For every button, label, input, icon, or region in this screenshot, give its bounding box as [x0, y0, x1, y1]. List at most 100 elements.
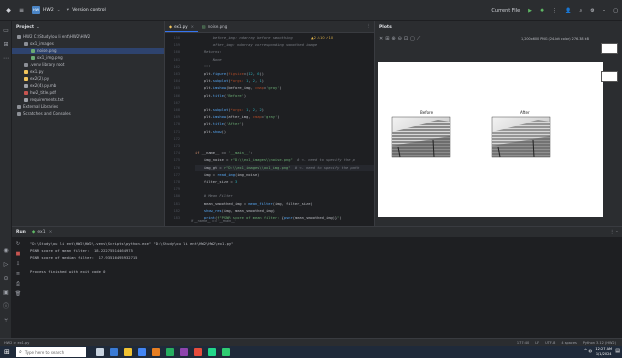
app-icon[interactable]: [166, 348, 174, 356]
run-config-tab[interactable]: ex1: [37, 230, 45, 235]
python-icon: [24, 70, 28, 74]
code-token: filter_size =: [195, 180, 235, 184]
project-tool-icon[interactable]: ▭: [2, 27, 10, 35]
tree-item[interactable]: HW2 C:\Study\ou li ent\HW2\HW2: [12, 34, 164, 40]
code-token: ): [277, 115, 280, 120]
line-number: 182: [173, 208, 181, 213]
tree-item[interactable]: ex1.py: [12, 69, 164, 75]
tree-item[interactable]: ox1_images: [12, 41, 164, 47]
tree-item[interactable]: External Libraries: [12, 104, 164, 110]
tab-noise-png[interactable]: ▨ noise.png: [198, 21, 231, 32]
terminal-icon[interactable]: ▣: [2, 289, 10, 297]
more-tools-icon[interactable]: ⋯: [2, 55, 10, 63]
explorer-icon[interactable]: [124, 348, 132, 356]
tree-item[interactable]: .venv library root: [12, 62, 164, 68]
code-token: 'gray': [266, 86, 280, 91]
code-line: show_res(img, mean_smoothed_img): [195, 208, 275, 214]
tree-item-label: ox1_img.png: [37, 55, 63, 60]
status-indent[interactable]: 4 spaces: [561, 341, 576, 345]
tree-item[interactable]: noise.png: [12, 48, 164, 54]
run-icon[interactable]: ▶: [528, 8, 532, 14]
soft-wrap-icon[interactable]: ≡: [14, 269, 22, 279]
clock-date: 1/1/2024: [595, 352, 612, 356]
tree-item-label: HW2 C:\Study\ou li ent\HW2\HW2: [23, 34, 91, 39]
close-icon[interactable]: ×: [49, 230, 53, 235]
git-icon[interactable]: ⑂: [2, 317, 10, 325]
user-icon[interactable]: 👤: [565, 8, 571, 14]
code-token: Returns:: [195, 50, 222, 55]
vcs-menu[interactable]: Version control: [72, 8, 106, 13]
python-console-icon[interactable]: ▷: [2, 261, 10, 269]
code-line: plt.show(): [195, 129, 226, 135]
chrome-icon[interactable]: [138, 348, 146, 356]
fit-icon[interactable]: ▢: [410, 36, 417, 42]
task-view-icon[interactable]: [96, 348, 104, 356]
main-menu-icon[interactable]: ≡: [17, 6, 26, 15]
tree-item[interactable]: ex2(2).py: [12, 76, 164, 82]
tree-item-label: ex1.py: [30, 69, 44, 74]
debug-icon[interactable]: ✹: [540, 8, 544, 14]
image-icon: [31, 49, 35, 53]
status-path[interactable]: HW2 > ex1.py: [4, 341, 29, 345]
line-number: 180: [173, 194, 181, 199]
python-packages-icon[interactable]: ◉: [2, 247, 10, 255]
tray-icons[interactable]: ^ ◍: [584, 348, 592, 353]
trash-icon[interactable]: 🗑: [14, 289, 22, 299]
code-line: img_noise = r"D:\\ex1_images\\noise.png"…: [195, 157, 355, 163]
clock[interactable]: 12:27 AM 1/1/2024: [595, 347, 612, 357]
settings-icon[interactable]: ⚙: [590, 8, 594, 14]
windows-start-icon[interactable]: ⊞: [4, 348, 10, 356]
services-icon[interactable]: ⊙: [2, 275, 10, 283]
close-icon[interactable]: ×: [191, 24, 194, 29]
line-number: 165: [173, 86, 181, 91]
run-config-selector[interactable]: Current File: [491, 8, 520, 14]
notification-icon[interactable]: ▤: [615, 348, 620, 354]
breadcrumb[interactable]: if __name__ == '__main__': [191, 219, 236, 223]
minimize-icon[interactable]: –: [603, 8, 606, 14]
more-icon[interactable]: ⋮ –: [610, 230, 618, 235]
maximize-icon[interactable]: ▢: [613, 8, 618, 14]
pycharm-icon[interactable]: [208, 348, 216, 356]
line-gutter: 158 159 160 161 162 163 164 165 166 167 168 169 170 1…: [165, 33, 181, 226]
app-icon[interactable]: [222, 348, 230, 356]
code-token: show: [212, 129, 222, 134]
tree-item[interactable]: hw2_title.pdf: [12, 90, 164, 96]
problems-icon[interactable]: ⓘ: [2, 303, 10, 311]
status-line-sep[interactable]: LF: [535, 341, 539, 345]
plot-thumbnail[interactable]: [601, 43, 618, 54]
search-everywhere-icon[interactable]: ⌕: [579, 8, 582, 14]
tree-item[interactable]: ox1_img.png: [12, 55, 164, 61]
structure-tool-icon[interactable]: ⊞: [2, 41, 10, 49]
app-icon[interactable]: [152, 348, 160, 356]
color-picker-icon[interactable]: ⟋: [417, 36, 423, 42]
more-tabs-icon[interactable]: ⋮: [367, 24, 372, 29]
app-icon[interactable]: [180, 348, 188, 356]
plot-thumbnail[interactable]: [601, 71, 618, 82]
project-name[interactable]: HW2: [43, 8, 54, 13]
folder-icon: [24, 63, 28, 67]
tree-item[interactable]: ex2(4).py.mb: [12, 83, 164, 89]
scroll-end-icon[interactable]: ⇩: [14, 259, 22, 269]
code-token: 'After': [226, 122, 242, 127]
project-panel-title[interactable]: Project: [16, 25, 34, 30]
code-area[interactable]: before_img: ndarray before smoothing aft…: [195, 33, 375, 226]
run-tab-label[interactable]: Run: [16, 230, 26, 235]
project-badge[interactable]: HW: [32, 6, 40, 14]
plot-canvas[interactable]: Before After: [378, 62, 603, 217]
tree-item[interactable]: requirements.txt: [12, 97, 164, 103]
edge-icon[interactable]: [110, 348, 118, 356]
status-position[interactable]: 177:40: [517, 341, 529, 345]
chevron-down-icon[interactable]: ⌄: [36, 25, 40, 30]
stop-icon[interactable]: ■: [14, 249, 22, 259]
print-icon[interactable]: ⎙: [14, 279, 22, 289]
chevron-down-icon[interactable]: ⌄: [57, 8, 61, 13]
more-actions-icon[interactable]: ⋮: [552, 8, 557, 14]
app-icon[interactable]: [194, 348, 202, 356]
rerun-icon[interactable]: ↻: [14, 239, 22, 249]
status-interpreter[interactable]: Python 3.12 (HW2): [583, 341, 616, 345]
tab-ex1-py[interactable]: ◆ ex1.py ×: [165, 21, 198, 32]
code-token: read_img: [217, 172, 235, 177]
tree-item[interactable]: Scratches and Consoles: [12, 111, 164, 117]
taskbar-search[interactable]: ⌕ Type here to search: [16, 347, 86, 357]
status-encoding[interactable]: UTF-8: [545, 341, 555, 345]
